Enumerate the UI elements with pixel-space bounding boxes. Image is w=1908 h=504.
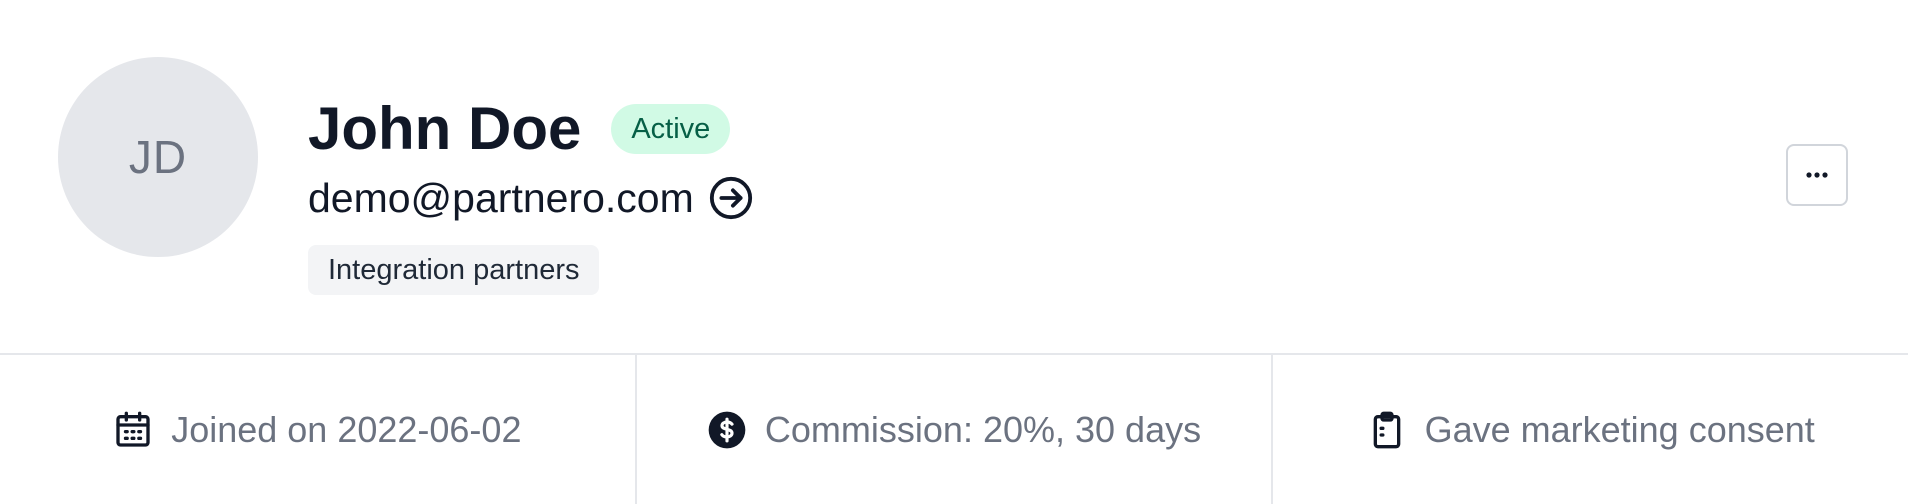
partner-name: John Doe — [308, 95, 582, 162]
clipboard-icon — [1367, 410, 1407, 450]
profile-header: JD John Doe Active demo@partnero.com Int… — [0, 0, 1908, 355]
arrow-right-circle-icon[interactable] — [708, 175, 754, 221]
stat-consent-label: Gave marketing consent — [1424, 408, 1815, 450]
calendar-icon — [113, 410, 153, 450]
stat-joined-label: Joined on 2022-06-02 — [171, 408, 522, 450]
name-row: John Doe Active — [308, 92, 731, 166]
more-actions-button[interactable] — [1786, 144, 1848, 206]
stat-joined: Joined on 2022-06-02 — [0, 355, 635, 504]
email-row: demo@partnero.com — [308, 170, 754, 226]
stat-commission-label: Commission: 20%, 30 days — [764, 408, 1202, 450]
partner-stats-bar: Joined on 2022-06-02 Commission: 20%, 30… — [0, 355, 1908, 504]
avatar: JD — [58, 57, 258, 257]
avatar-initials: JD — [128, 131, 188, 183]
partner-profile-card: JD John Doe Active demo@partnero.com Int… — [0, 0, 1908, 504]
partner-email: demo@partnero.com — [308, 174, 694, 221]
ellipsis-icon — [1806, 172, 1828, 178]
dollar-circle-icon — [707, 410, 747, 450]
status-badge: Active — [611, 104, 731, 154]
partner-group-tag[interactable]: Integration partners — [308, 245, 600, 295]
stat-consent: Gave marketing consent — [1271, 355, 1908, 504]
stat-commission: Commission: 20%, 30 days — [634, 355, 1272, 504]
